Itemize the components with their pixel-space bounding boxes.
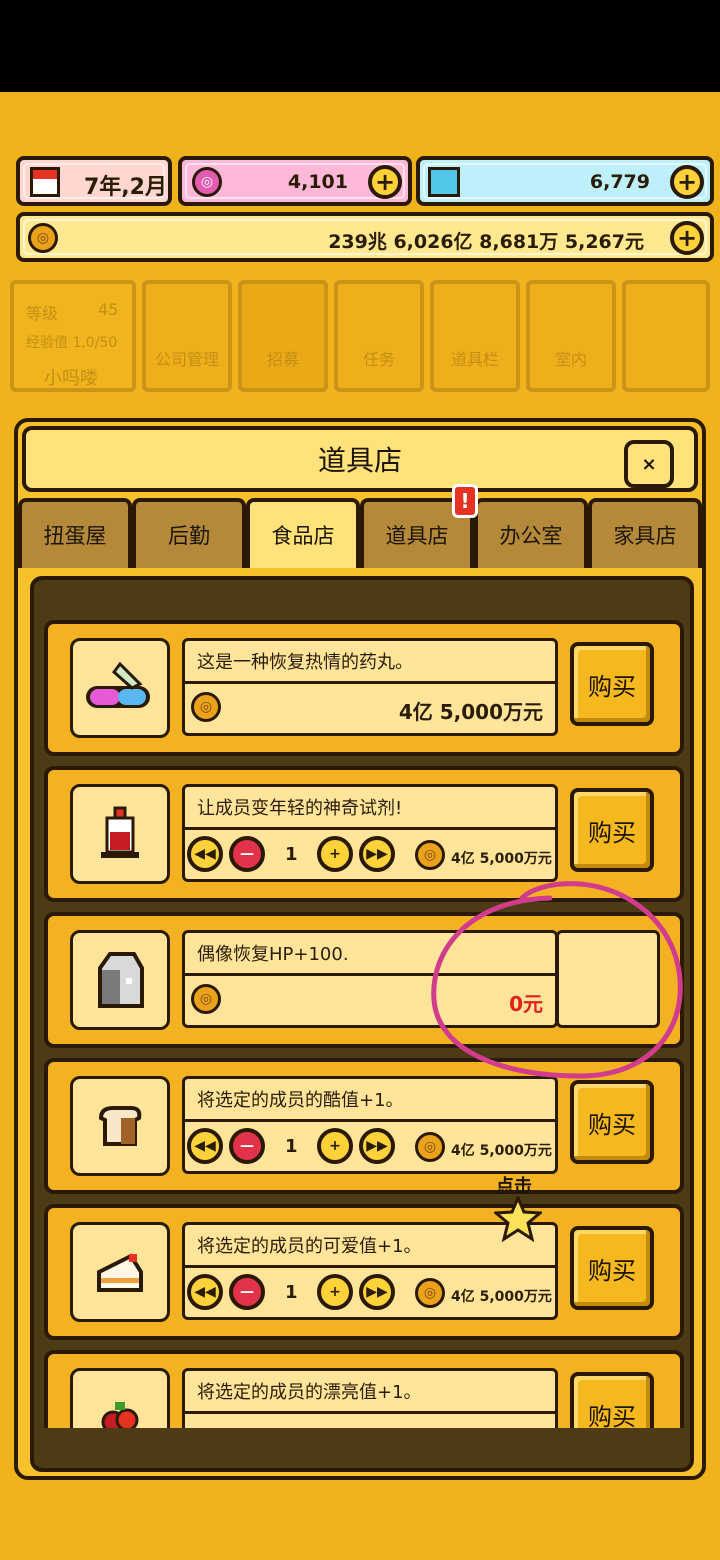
level-box: 等级 45 经验值 1.0/50 小吗喽: [10, 280, 136, 392]
item-description: 将选定的成员的漂亮值+1。: [182, 1368, 558, 1414]
decrease-button[interactable]: —: [229, 1274, 265, 1310]
list-item: 让成员变年轻的神奇试剂! ◀◀ — 1 + ▶▶ ◎ 4亿 5,000万元 购买: [44, 766, 684, 902]
buy-slot-empty: [556, 930, 660, 1028]
quantity-row: ◀◀ — 1 + ▶▶ ◎ 4亿 5,000万元: [182, 1122, 558, 1174]
coin-icon: ◎: [191, 984, 221, 1014]
coin-icon: ◎: [28, 223, 58, 253]
coin-icon: ◎: [415, 1132, 445, 1162]
fruit-icon: [70, 1368, 170, 1428]
exp-label: 经验值 1.0/50: [26, 335, 118, 351]
quantity-row: [182, 1414, 558, 1428]
tap-hint-label: 点击: [496, 1176, 532, 1197]
increase-button[interactable]: +: [317, 836, 353, 872]
list-item: 将选定的成员的可爱值+1。 ◀◀ — 1 + ▶▶ ◎ 4亿 5,000万元 购…: [44, 1204, 684, 1340]
add-pink-currency-button[interactable]: +: [368, 165, 402, 199]
quantity-row: ◀◀ — 1 + ▶▶ ◎ 4亿 5,000万元: [182, 1268, 558, 1320]
price-row: ◎ 0元: [182, 976, 558, 1028]
list-item: 将选定的成员的漂亮值+1。 购买: [44, 1350, 684, 1428]
add-money-button[interactable]: +: [670, 221, 704, 255]
money-bar: ◎ 239兆 6,026亿 8,681万 5,267元 +: [16, 212, 714, 262]
pink-gem-icon: ◎: [192, 167, 222, 197]
decrease-button[interactable]: —: [229, 1128, 265, 1164]
increase-max-button[interactable]: ▶▶: [359, 1274, 395, 1310]
status-bar: [0, 0, 720, 92]
item-price: 4亿 5,000万元: [451, 1143, 552, 1159]
item-price: 4亿 5,000万元: [451, 1289, 552, 1305]
decrease-max-button[interactable]: ◀◀: [187, 1128, 223, 1164]
coin-icon: ◎: [191, 692, 221, 722]
pill-icon: [70, 638, 170, 738]
item-description: 这是一种恢复热情的药丸。: [182, 638, 558, 684]
shop-title: 道具店: [317, 444, 402, 477]
potion-icon: [70, 784, 170, 884]
bread-icon: [70, 1076, 170, 1176]
money-value: 239兆 6,026亿 8,681万 5,267元: [328, 231, 644, 253]
nav-inventory: 道具栏: [430, 280, 520, 392]
coin-icon: ◎: [415, 1278, 445, 1308]
background-menu: 等级 45 经验值 1.0/50 小吗喽 公司管理 招募 任务 道具栏 室内: [10, 280, 710, 392]
quantity-value: 1: [285, 1136, 298, 1157]
increase-max-button[interactable]: ▶▶: [359, 836, 395, 872]
list-item: 将选定的成员的酷值+1。 ◀◀ — 1 + ▶▶ ◎ 4亿 5,000万元 购买: [44, 1058, 684, 1194]
tab-food-shop[interactable]: 食品店: [246, 498, 360, 568]
price-row: ◎ 4亿 5,000万元: [182, 684, 558, 736]
decrease-button[interactable]: —: [229, 836, 265, 872]
calendar-icon: [30, 167, 60, 197]
increase-button[interactable]: +: [317, 1274, 353, 1310]
close-button[interactable]: ×: [624, 440, 674, 488]
diamond-icon: [428, 167, 460, 197]
increase-button[interactable]: +: [317, 1128, 353, 1164]
pink-currency-bar: ◎ 4,101 +: [178, 156, 412, 206]
increase-max-button[interactable]: ▶▶: [359, 1128, 395, 1164]
shop-panel: 道具店 × 扭蛋屋 后勤 食品店 道具店 办公室 家具店 ! 这是一种恢复热情的…: [14, 418, 706, 1480]
date-text: 7年,2月: [84, 175, 167, 200]
item-description: 让成员变年轻的神奇试剂!: [182, 784, 558, 830]
tab-gacha[interactable]: 扭蛋屋: [18, 498, 132, 568]
nav-recruit: 招募: [238, 280, 328, 392]
list-item: 偶像恢复HP+100. ◎ 0元: [44, 912, 684, 1048]
item-price: 4亿 5,000万元: [398, 700, 543, 724]
nav-mail: [622, 280, 710, 392]
tab-office[interactable]: 办公室: [474, 498, 588, 568]
decrease-max-button[interactable]: ◀◀: [187, 1274, 223, 1310]
level-value: 45: [98, 300, 119, 319]
add-gems-button[interactable]: +: [670, 165, 704, 199]
decrease-max-button[interactable]: ◀◀: [187, 836, 223, 872]
tab-furniture[interactable]: 家具店: [588, 498, 702, 568]
buy-button[interactable]: 购买: [570, 1080, 654, 1164]
item-list-frame: 这是一种恢复热情的药丸。 ◎ 4亿 5,000万元 购买 让成员变年轻的神奇试剂…: [30, 576, 694, 1472]
list-item: 这是一种恢复热情的药丸。 ◎ 4亿 5,000万元 购买: [44, 620, 684, 756]
milk-carton-icon: [70, 930, 170, 1030]
nav-interior: 室内: [526, 280, 616, 392]
buy-button[interactable]: 购买: [570, 642, 654, 726]
quantity-value: 1: [285, 1282, 298, 1303]
nav-tasks: 任务: [334, 280, 424, 392]
buy-button[interactable]: 购买: [570, 788, 654, 872]
cake-icon: [70, 1222, 170, 1322]
date-display: 7年,2月: [16, 156, 172, 206]
gem-bar: 6,779 +: [416, 156, 714, 206]
gem-value: 6,779: [589, 171, 650, 193]
alert-badge: !: [452, 484, 478, 518]
item-description: 将选定的成员的酷值+1。: [182, 1076, 558, 1122]
item-list[interactable]: 这是一种恢复热情的药丸。 ◎ 4亿 5,000万元 购买 让成员变年轻的神奇试剂…: [34, 620, 690, 1428]
level-label: 等级: [26, 304, 59, 323]
quantity-row: ◀◀ — 1 + ▶▶ ◎ 4亿 5,000万元: [182, 830, 558, 882]
nav-company: 公司管理: [142, 280, 232, 392]
pink-currency-value: 4,101: [287, 171, 348, 193]
shop-title-bar: 道具店 ×: [22, 426, 698, 492]
buy-button[interactable]: 购买: [570, 1372, 654, 1428]
tab-logistics[interactable]: 后勤: [132, 498, 246, 568]
quantity-value: 1: [285, 844, 298, 865]
shop-tabs: 扭蛋屋 后勤 食品店 道具店 办公室 家具店 !: [18, 484, 702, 568]
coin-icon: ◎: [415, 840, 445, 870]
item-price: 4亿 5,000万元: [451, 851, 552, 867]
player-name: 小吗喽: [44, 368, 98, 389]
buy-button[interactable]: 购买: [570, 1226, 654, 1310]
item-price: 0元: [509, 992, 543, 1016]
tap-star-icon: [494, 1196, 542, 1242]
item-description: 偶像恢复HP+100.: [182, 930, 558, 976]
